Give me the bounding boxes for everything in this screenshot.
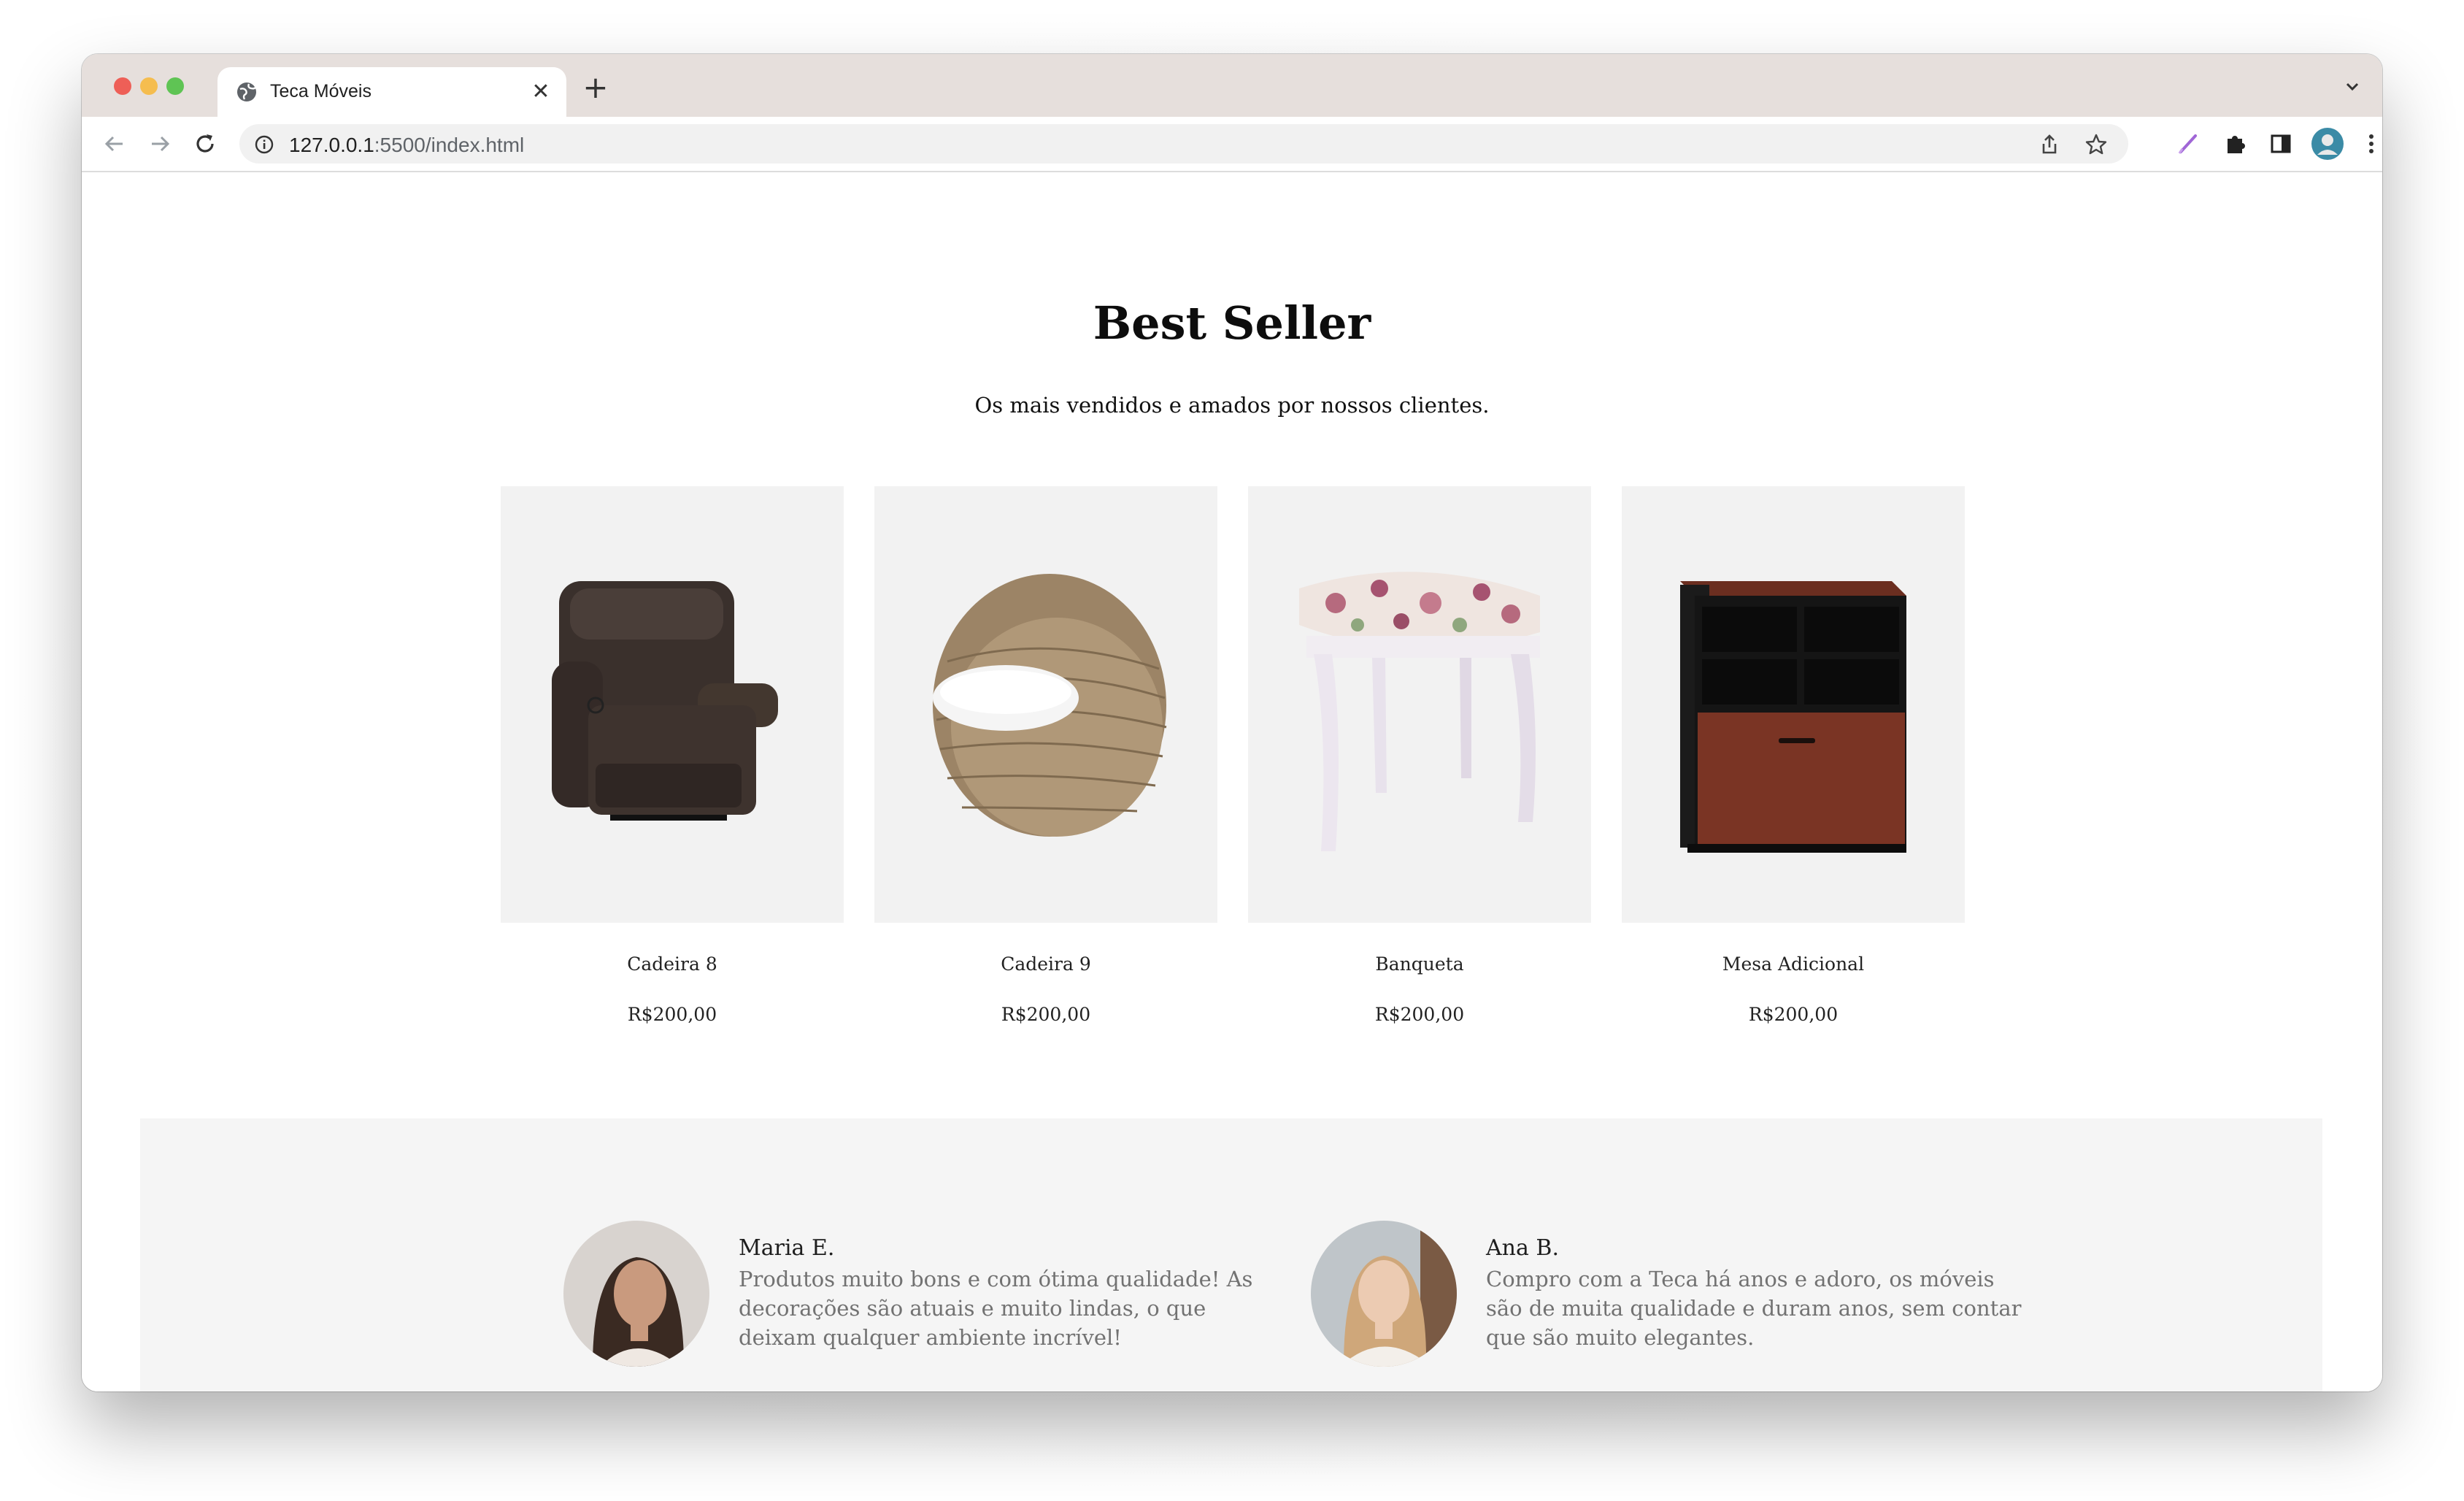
close-window-button[interactable] xyxy=(114,77,131,95)
url-host: 127.0.0.1 xyxy=(289,134,374,156)
product-price: R$200,00 xyxy=(1374,1004,1465,1025)
testimonial-text: Produtos muito bons e com ótima qualidad… xyxy=(739,1267,1253,1350)
product-image[interactable] xyxy=(1622,486,1965,923)
arrow-left-icon[interactable] xyxy=(101,130,128,158)
chevron-down-icon[interactable] xyxy=(2341,76,2363,98)
product-price: R$200,00 xyxy=(1748,1004,1839,1025)
page-content: Best Seller Os mais vendidos e amados po… xyxy=(82,172,2382,1391)
section-title: Best Seller xyxy=(1093,296,1371,350)
share-icon[interactable] xyxy=(2038,133,2061,156)
close-tab-icon[interactable]: ✕ xyxy=(528,80,553,104)
testimonial-name: Ana B. xyxy=(1486,1235,1559,1261)
floral-cushion-stool xyxy=(1299,572,1540,851)
url-path: :5500/index.html xyxy=(374,134,525,156)
product-image[interactable] xyxy=(874,486,1217,923)
avatar xyxy=(1311,1221,1457,1367)
brown-recliner-armchair xyxy=(552,581,778,821)
address-bar[interactable]: 127.0.0.1:5500/index.html xyxy=(239,124,2128,164)
product-price: R$200,00 xyxy=(1001,1004,1091,1025)
side-panel-icon[interactable] xyxy=(2267,130,2295,158)
avatar xyxy=(563,1221,709,1367)
tab-teca-moveis[interactable]: Teca Móveis ✕ xyxy=(217,67,566,117)
browser-toolbar: 127.0.0.1:5500/index.html xyxy=(82,117,2382,172)
arrow-right-icon[interactable] xyxy=(146,130,174,158)
product-name: Banqueta xyxy=(1375,953,1464,975)
info-icon[interactable] xyxy=(254,134,274,155)
product-card[interactable]: Cadeira 8 R$200,00 xyxy=(501,486,844,1025)
url-text[interactable]: 127.0.0.1:5500/index.html xyxy=(289,134,524,157)
testimonial-card: Ana B. Compro com a Teca há anos e adoro… xyxy=(1311,1221,2041,1374)
tab-strip: Teca Móveis ✕ + xyxy=(82,54,2382,117)
star-icon[interactable] xyxy=(2084,133,2108,156)
profile-avatar-icon[interactable] xyxy=(2311,127,2344,161)
reload-icon[interactable] xyxy=(191,130,219,158)
product-name: Mesa Adicional xyxy=(1722,953,1865,975)
testimonial-text: Compro com a Teca há anos e adoro, os mó… xyxy=(1486,1267,2022,1350)
puzzle-icon[interactable] xyxy=(2222,130,2249,158)
section-subtitle: Os mais vendidos e amados por nossos cli… xyxy=(974,393,1490,418)
wood-file-cabinet xyxy=(1680,581,1906,853)
minimize-window-button[interactable] xyxy=(140,77,158,95)
maximize-window-button[interactable] xyxy=(166,77,184,95)
product-card[interactable]: Mesa Adicional R$200,00 xyxy=(1622,486,1965,1025)
kebab-menu-icon[interactable] xyxy=(2357,130,2382,158)
product-image[interactable] xyxy=(1248,486,1591,923)
product-price: R$200,00 xyxy=(627,1004,717,1025)
testimonial-name: Maria E. xyxy=(739,1235,835,1261)
wicker-egg-chair xyxy=(933,574,1167,837)
testimonial-card: Maria E. Produtos muito bons e com ótima… xyxy=(563,1221,1293,1374)
testimonials-section: Maria E. Produtos muito bons e com ótima… xyxy=(140,1118,2322,1391)
pen-icon[interactable] xyxy=(2175,130,2203,158)
tab-title: Teca Móveis xyxy=(270,81,371,101)
globe-icon xyxy=(237,82,256,101)
product-name: Cadeira 8 xyxy=(627,953,717,975)
new-tab-icon[interactable]: + xyxy=(580,72,612,104)
browser-window: Teca Móveis ✕ + 127.0.0.1:5500/index.htm… xyxy=(82,54,2382,1391)
product-image[interactable] xyxy=(501,486,844,923)
product-card[interactable]: Cadeira 9 R$200,00 xyxy=(874,486,1217,1025)
product-name: Cadeira 9 xyxy=(1001,953,1091,975)
product-card[interactable]: Banqueta R$200,00 xyxy=(1248,486,1591,1025)
